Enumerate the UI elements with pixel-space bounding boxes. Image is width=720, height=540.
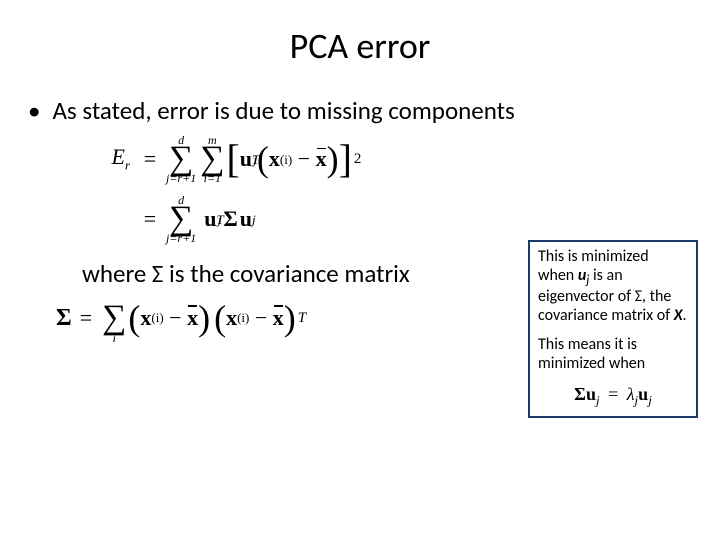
- slide: PCA error • As stated, error is due to m…: [0, 0, 720, 540]
- equation-block: Er = d ∑ j=r+1 m ∑ i=1 [ uTj ( x(i) − x …: [84, 134, 692, 244]
- right-paren-icon: ): [327, 147, 339, 172]
- callout-p2: This means it is minimized when: [538, 336, 688, 374]
- eq1-sum-j: d ∑ j=r+1: [166, 134, 196, 184]
- right-paren-icon: ): [198, 306, 210, 331]
- eq1-term: uTj ( x(i) − x ): [240, 147, 339, 172]
- bullet-item: • As stated, error is due to missing com…: [28, 96, 692, 126]
- equation-row-1: Er = d ∑ j=r+1 m ∑ i=1 [ uTj ( x(i) − x …: [84, 134, 692, 184]
- slide-title: PCA error: [28, 24, 692, 68]
- eq1-sum-i: m ∑ i=1: [200, 134, 224, 184]
- left-paren-icon: (: [128, 306, 140, 331]
- eq2-term: uTj Σ uj: [204, 208, 255, 230]
- eq1-squared: 2: [354, 152, 362, 167]
- eq2-sum-j: d ∑ j=r+1: [166, 194, 196, 244]
- bullet-text: As stated, error is due to missing compo…: [52, 96, 514, 126]
- callout-p1: This is minimized when uj is an eigenvec…: [538, 248, 688, 326]
- eq2-equals: =: [136, 208, 164, 230]
- right-paren-icon: ): [284, 306, 296, 331]
- callout-equation: Σuj = λjuj: [538, 384, 688, 408]
- callout-box: This is minimized when uj is an eigenvec…: [528, 240, 698, 418]
- cov-sum: ∑ i: [102, 293, 126, 343]
- left-paren-icon: (: [257, 147, 269, 172]
- bullet-dot: •: [28, 96, 40, 126]
- left-paren-icon: (: [214, 306, 226, 331]
- right-bracket-icon: ]: [339, 145, 352, 173]
- cov-transpose: T: [298, 310, 306, 327]
- eq1-equals: =: [136, 148, 164, 170]
- eq1-lhs: Er: [84, 146, 136, 171]
- left-bracket-icon: [: [226, 145, 239, 173]
- equation-row-2: = d ∑ j=r+1 uTj Σ uj: [84, 194, 692, 244]
